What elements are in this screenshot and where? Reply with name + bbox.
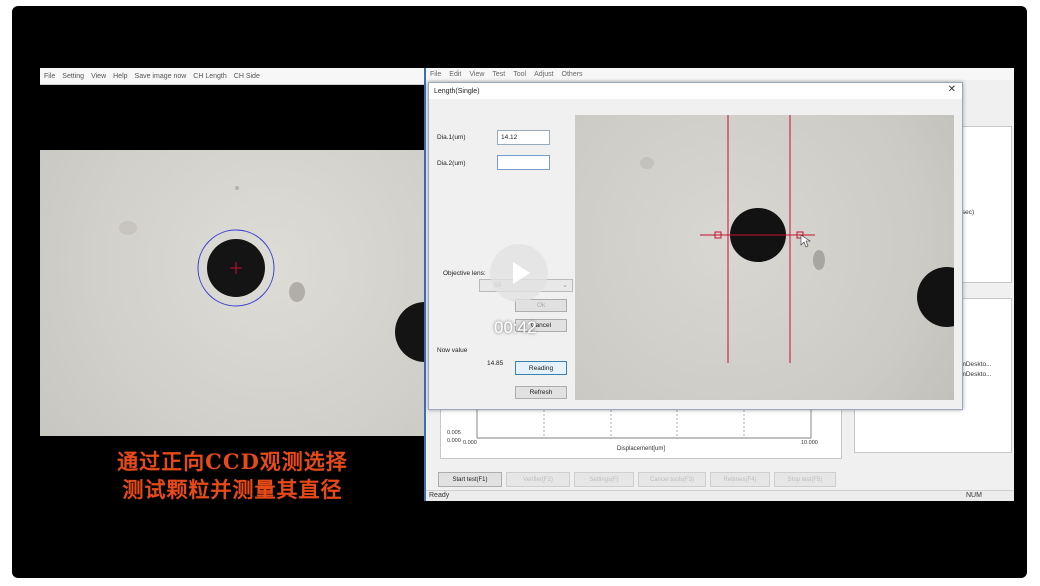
dia2-field[interactable]: [497, 155, 550, 170]
stop-test-button[interactable]: Stop test(F5): [774, 472, 836, 487]
speck: [813, 250, 825, 270]
caption-line-1: 通过正向CCD观测选择: [117, 449, 348, 474]
close-icon[interactable]: ✕: [948, 84, 956, 95]
play-button[interactable]: [490, 244, 548, 302]
menu-file[interactable]: File: [44, 73, 55, 80]
caption-area: 通过正向CCD观测选择 测试颗粒并测量其直径: [40, 436, 425, 502]
dialog-title: Length(Single): [434, 87, 480, 95]
menu-view[interactable]: View: [91, 73, 106, 80]
measure-view[interactable]: [575, 115, 954, 400]
particle-edge: [395, 302, 455, 362]
menu-others[interactable]: Others: [562, 71, 583, 78]
dia1-label: Dia.1(um): [437, 134, 466, 141]
speck: [289, 282, 305, 302]
status-ready: Ready: [429, 492, 450, 499]
caption-line-2: 测试颗粒并测量其直径: [122, 477, 343, 502]
chevron-down-icon: ⌄: [562, 282, 568, 289]
menu-ch-side[interactable]: CH Side: [234, 73, 260, 80]
video-timestamp: 00:42: [494, 318, 537, 337]
left-camera-window: File Setting View Help Save image now CH…: [40, 68, 455, 502]
camera-image: [119, 186, 455, 362]
status-num: NUM: [966, 492, 982, 499]
dia2-label: Dia.2(um): [437, 160, 466, 167]
settings-button[interactable]: Settings(F): [574, 472, 634, 487]
measure-image: [640, 115, 954, 363]
start-test-button[interactable]: Start test(F1): [438, 472, 502, 487]
right-menubar: File Edit View Test Tool Adjust Others: [426, 68, 1014, 80]
cancel-tools-button[interactable]: Cancel tools(F3): [638, 472, 706, 487]
menu-test[interactable]: Test: [492, 71, 505, 78]
dia1-field[interactable]: 14.12: [497, 130, 550, 145]
reading-button[interactable]: Reading: [515, 361, 567, 375]
menu-file[interactable]: File: [430, 71, 441, 78]
menu-save-image[interactable]: Save image now: [135, 73, 187, 80]
menu-help[interactable]: Help: [113, 73, 127, 80]
x-tick-right: 10.000: [801, 440, 818, 446]
verifier-button[interactable]: Verifier(F2): [506, 472, 570, 487]
camera-view[interactable]: [40, 150, 455, 436]
menu-setting[interactable]: Setting: [62, 73, 84, 80]
retimes-button[interactable]: Retimes(F4): [710, 472, 770, 487]
now-value: 14.85: [487, 360, 504, 367]
x-axis-label: Displacement[um]: [617, 446, 666, 452]
info-text-3: imDeskto...: [959, 371, 992, 378]
y-tick-top: 0.005: [447, 430, 461, 436]
left-menubar: File Setting View Help Save image now CH…: [40, 68, 425, 85]
now-value-label: Now value: [437, 347, 468, 354]
x-tick-left: 0.000: [463, 440, 477, 446]
dialog-titlebar: Length(Single) ✕: [429, 83, 962, 99]
refresh-button[interactable]: Refresh: [515, 386, 567, 399]
y-tick-bottom: 0.000: [447, 438, 461, 444]
objective-label: Objective lens:: [443, 270, 486, 277]
menu-edit[interactable]: Edit: [449, 71, 461, 78]
particle-edge: [917, 267, 954, 327]
menu-adjust[interactable]: Adjust: [534, 71, 553, 78]
menu-view[interactable]: View: [469, 71, 484, 78]
cursor-icon: [800, 234, 811, 248]
menu-ch-length[interactable]: CH Length: [193, 73, 226, 80]
info-text-2: imDeskto...: [959, 361, 992, 368]
menu-tool[interactable]: Tool: [513, 71, 526, 78]
play-icon: [513, 262, 530, 284]
status-bar: Ready NUM: [426, 490, 1014, 501]
